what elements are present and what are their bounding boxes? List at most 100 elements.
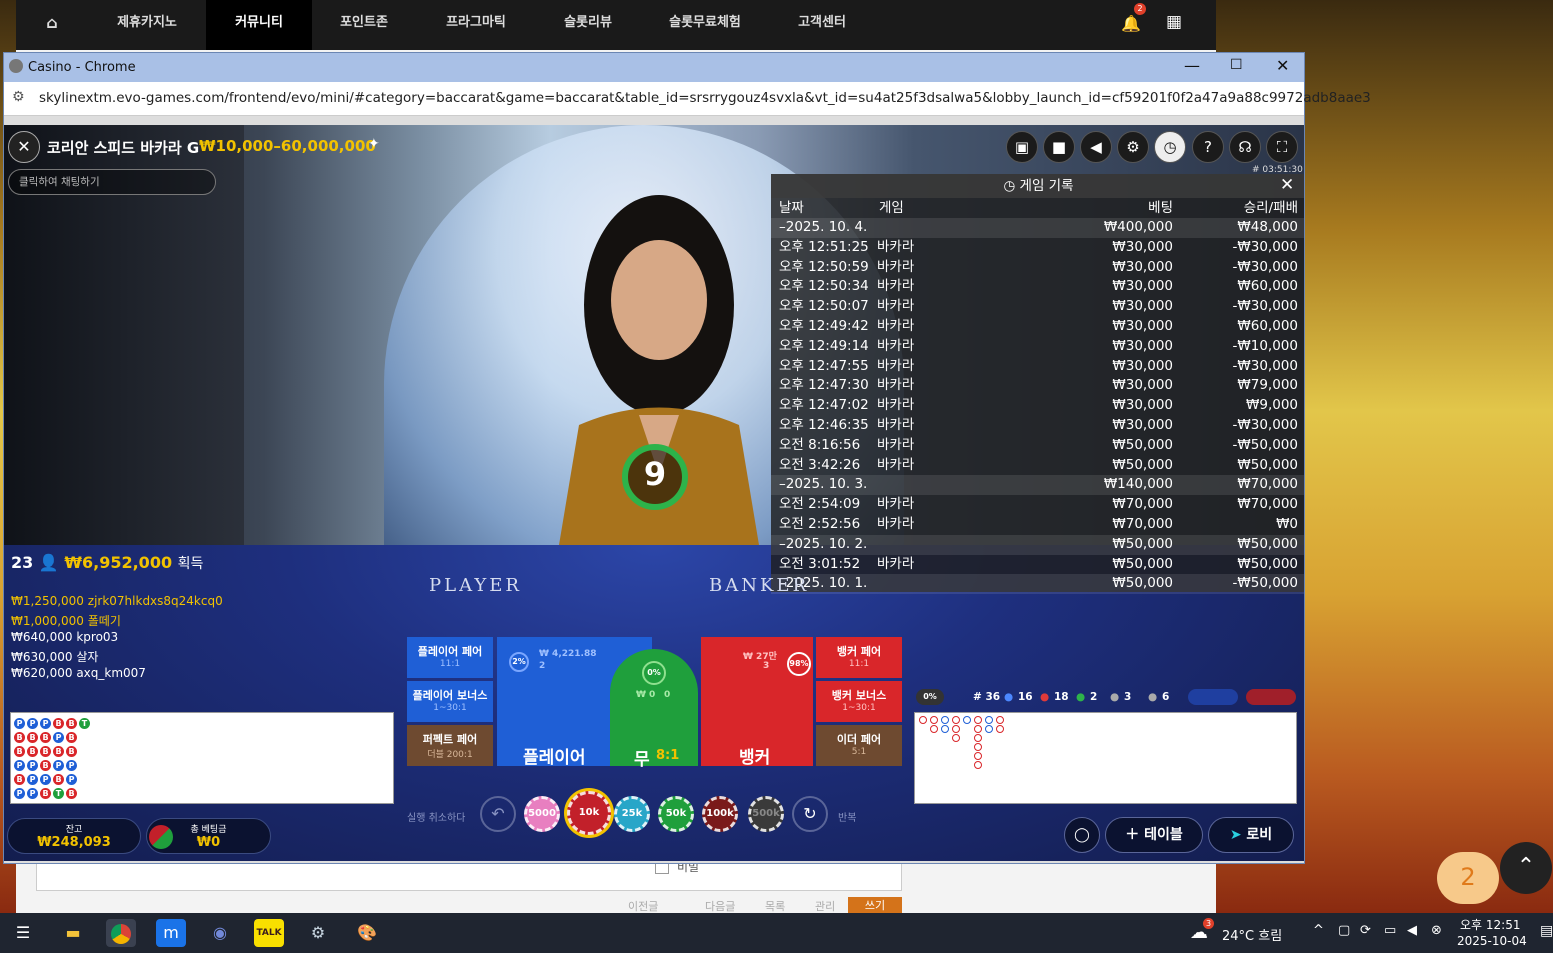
maximize-icon[interactable]: ☐ — [1230, 57, 1243, 73]
tray-chevron-icon[interactable]: ^ — [1313, 923, 1324, 938]
bet-odds: 1~30:1 — [433, 703, 467, 713]
lobby-button[interactable]: ➤ 로비 — [1208, 817, 1294, 853]
bet-label: 플레이어 보너스 — [412, 689, 488, 702]
countdown-number: 9 — [643, 455, 667, 493]
nav-item[interactable]: 슬롯무료체험 — [640, 0, 770, 50]
winner-name: 살자 — [76, 650, 99, 664]
winner-row: ₩620,000 axq_km007 — [11, 666, 146, 680]
close-game-icon[interactable]: ✕ — [8, 131, 40, 163]
chip-50k[interactable]: 50k — [658, 796, 694, 832]
pin-icon[interactable]: ✦ — [368, 136, 380, 152]
player-bonus-bet[interactable]: 플레이어 보너스 1~30:1 — [407, 681, 493, 722]
bead-result: P — [27, 788, 38, 799]
nav-item-active[interactable]: 커뮤니티 — [206, 0, 312, 50]
history-game: 바카라 — [877, 357, 915, 374]
tie-amount: ₩ 0 — [636, 690, 656, 700]
weather-text[interactable]: 24°C 흐림 — [1222, 925, 1282, 944]
url-text[interactable]: skylinextm.evo-games.com/frontend/evo/mi… — [39, 90, 1371, 106]
clock-date[interactable]: 2025-10-04 — [1457, 934, 1527, 948]
history-row: 오후 12:50:07 바카라 ₩30,000 -₩30,000 — [771, 297, 1304, 317]
add-table-button[interactable]: ＋ 테이블 — [1105, 817, 1203, 853]
history-result: ₩50,000 — [1237, 535, 1298, 552]
app-m-icon[interactable]: m — [156, 919, 186, 947]
chat-bubble-button[interactable]: 2 — [1437, 852, 1499, 904]
banker-bonus-bet[interactable]: 뱅커 보너스 1~30:1 — [816, 681, 902, 722]
nav-item[interactable]: 제휴카지노 — [88, 0, 206, 50]
chip-25k[interactable]: 25k — [614, 796, 650, 832]
kakaotalk-icon[interactable]: TALK — [254, 919, 284, 947]
bell-icon[interactable]: 🔔 — [1121, 14, 1141, 33]
volume-icon[interactable]: ◀ — [1407, 923, 1417, 938]
prev-post-link[interactable]: 이전글 — [628, 898, 658, 914]
close-window-icon[interactable]: ✕ — [1276, 56, 1289, 75]
banker-ask-button[interactable] — [1246, 689, 1296, 705]
casino-favicon-icon — [9, 59, 23, 73]
chip-500k[interactable]: 500k — [748, 796, 784, 832]
player-ask-button[interactable] — [1188, 689, 1238, 705]
bead-result: P — [40, 774, 51, 785]
chat-toggle-icon[interactable]: ▣ — [1006, 131, 1038, 163]
site-settings-icon[interactable]: ⚙ — [12, 89, 25, 105]
nav-item[interactable]: 슬롯리뷰 — [536, 0, 640, 50]
list-link[interactable]: 목록 — [765, 898, 785, 914]
big-road-mark — [985, 716, 993, 724]
banker-bet[interactable]: ₩ 27만 3 98% 뱅커 — [701, 637, 813, 768]
home-icon[interactable]: ⌂ — [16, 0, 88, 50]
chip-5000[interactable]: 5000 — [524, 796, 560, 832]
bead-result: P — [14, 718, 25, 729]
address-bar[interactable]: ⚙ skylinextm.evo-games.com/frontend/evo/… — [4, 82, 1371, 116]
grid-menu-icon[interactable]: ▦ — [1166, 12, 1182, 32]
history-bet: ₩50,000 — [1112, 535, 1173, 552]
clock-time[interactable]: 오후 12:51 — [1460, 916, 1520, 933]
bead-result: B — [14, 746, 25, 757]
chrome-icon[interactable] — [106, 919, 136, 947]
history-clock-icon[interactable]: ◷ — [1154, 131, 1186, 163]
scroll-top-button[interactable]: ⌃ — [1500, 842, 1552, 894]
stats-bp: 6 — [1162, 691, 1170, 703]
perfect-pair-bet[interactable]: 퍼펙트 페어 더블 200:1 — [407, 725, 493, 766]
video-icon[interactable]: ■ — [1043, 131, 1075, 163]
bead-result: B — [40, 788, 51, 799]
history-row: 오후 12:51:25 바카라 ₩30,000 -₩30,000 — [771, 238, 1304, 258]
chip-10k-selected[interactable]: 10k — [567, 791, 611, 835]
history-game: 바카라 — [877, 298, 915, 315]
task-view-icon[interactable]: ☰ — [8, 919, 38, 947]
chip-100k[interactable]: 100k — [702, 796, 738, 832]
big-road — [914, 712, 1297, 804]
support-headset-icon[interactable]: ☊ — [1229, 131, 1261, 163]
history-date: 오후 12:47:55 — [779, 357, 869, 374]
network-icon[interactable]: ▭ — [1384, 923, 1396, 938]
close-history-icon[interactable]: ✕ — [1280, 175, 1294, 195]
banker-pair-bet[interactable]: 뱅커 페어 11:1 — [816, 637, 902, 678]
table-view-icon[interactable]: ◯ — [1064, 817, 1100, 853]
next-post-link[interactable]: 다음글 — [705, 898, 735, 914]
tie-bet[interactable]: 0% ₩ 0 0 무 8:1 — [610, 649, 698, 770]
nav-item[interactable]: 프라그마틱 — [416, 0, 536, 50]
settings-gear-icon[interactable]: ⚙ — [1117, 131, 1149, 163]
paint-app-icon[interactable]: 🎨 — [352, 919, 382, 947]
discord-icon[interactable]: ◉ — [205, 919, 235, 947]
player-pair-bet[interactable]: 플레이어 페어 11:1 — [407, 637, 493, 678]
file-explorer-icon[interactable]: ▬ — [58, 919, 88, 947]
history-result: ₩50,000 — [1237, 555, 1298, 572]
nav-item[interactable]: 고객센터 — [770, 0, 874, 50]
repeat-icon[interactable]: ↻ — [792, 796, 828, 832]
player-pct: 2% — [509, 652, 529, 672]
either-pair-bet[interactable]: 이더 페어 5:1 — [816, 725, 902, 766]
fullscreen-icon[interactable]: ⛶ — [1266, 131, 1298, 163]
history-bet: ₩400,000 — [1103, 219, 1173, 235]
help-icon[interactable]: ? — [1192, 131, 1224, 163]
mute-icon[interactable]: ⊗ — [1431, 923, 1442, 938]
chat-input[interactable]: 클릭하여 채팅하기 — [8, 169, 216, 195]
windows-taskbar: ☰ ▬ m ◉ TALK ⚙ 🎨 ☁ 3 24°C 흐림 ^ ▢ ⟳ ▭ ◀ ⊗… — [0, 913, 1553, 953]
sound-icon[interactable]: ◀ — [1080, 131, 1112, 163]
notifications-icon[interactable]: ▤ — [1540, 923, 1553, 939]
undo-icon[interactable]: ↶ — [480, 796, 516, 832]
bead-result: P — [53, 732, 64, 743]
tray-sync-icon[interactable]: ⟳ — [1360, 923, 1371, 938]
tray-app-icon[interactable]: ▢ — [1338, 923, 1350, 938]
nav-item[interactable]: 포인트존 — [312, 0, 416, 50]
minimize-icon[interactable]: — — [1184, 56, 1200, 75]
steam-icon[interactable]: ⚙ — [303, 919, 333, 947]
manage-link[interactable]: 관리 — [815, 898, 835, 914]
